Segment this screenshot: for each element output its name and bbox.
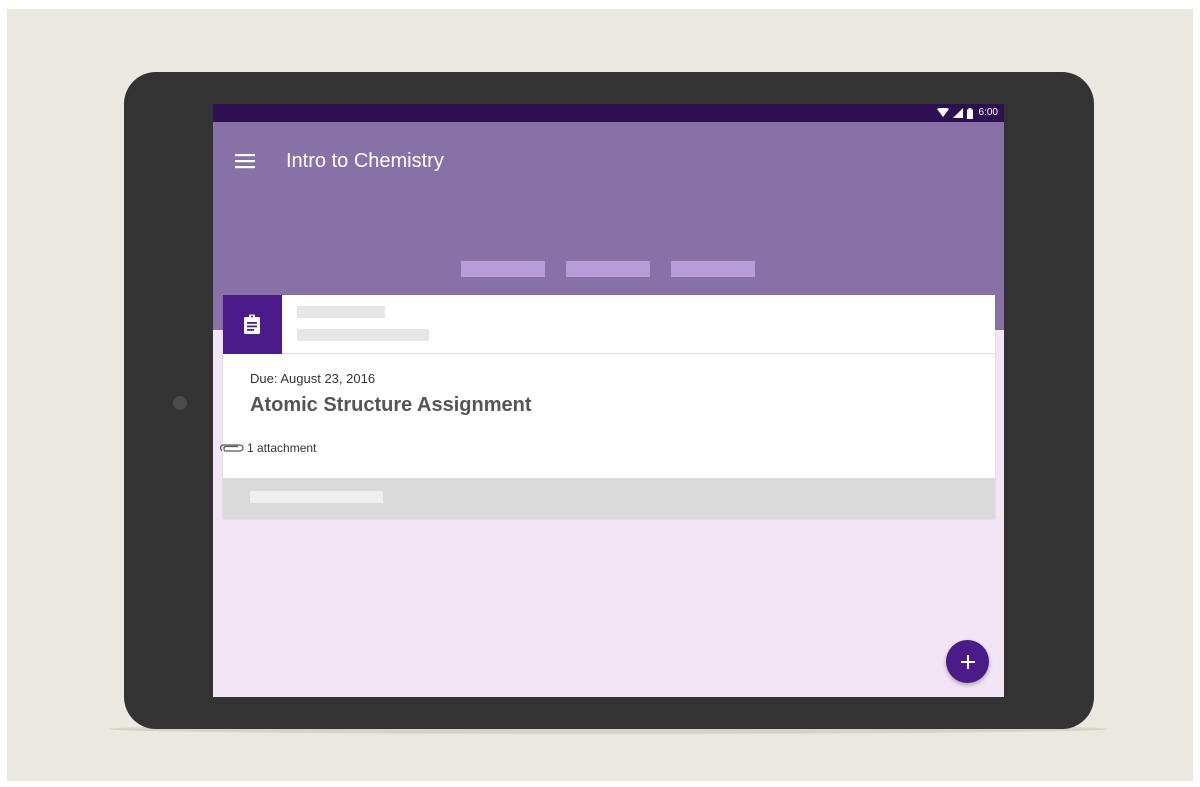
add-button[interactable] [946, 640, 989, 683]
status-icons: 6:00 [936, 106, 998, 120]
tab-3[interactable] [671, 261, 755, 277]
header-placeholder-line-1 [297, 306, 385, 318]
tab-2[interactable] [566, 261, 650, 277]
assignment-title: Atomic Structure Assignment [250, 394, 532, 416]
card-header [223, 295, 995, 354]
hamburger-menu-icon[interactable] [235, 153, 255, 169]
signal-icon [952, 108, 963, 118]
tablet-screen: 6:00 Intro to Chemistry Due: August 23, … [213, 104, 1004, 697]
paperclip-icon [219, 444, 244, 452]
attachment-count: 1 attachment [247, 441, 317, 455]
battery-icon [966, 107, 973, 119]
card-footer [223, 478, 995, 518]
due-date: Due: August 23, 2016 [250, 371, 376, 386]
wifi-icon [936, 108, 949, 117]
tablet-camera [173, 396, 187, 410]
status-bar: 6:00 [213, 104, 1004, 122]
status-time: 6:00 [978, 107, 998, 118]
footer-placeholder-line [250, 491, 383, 503]
header-placeholder-line-2 [297, 329, 429, 341]
tab-1[interactable] [461, 261, 545, 277]
assignment-badge [223, 295, 282, 354]
plus-icon [960, 654, 975, 669]
app-title: Intro to Chemistry [286, 150, 444, 172]
assignment-clipboard-icon [244, 314, 260, 334]
assignment-card[interactable]: Due: August 23, 2016 Atomic Structure As… [219, 295, 995, 518]
attachment-row[interactable]: 1 attachment [219, 441, 316, 455]
